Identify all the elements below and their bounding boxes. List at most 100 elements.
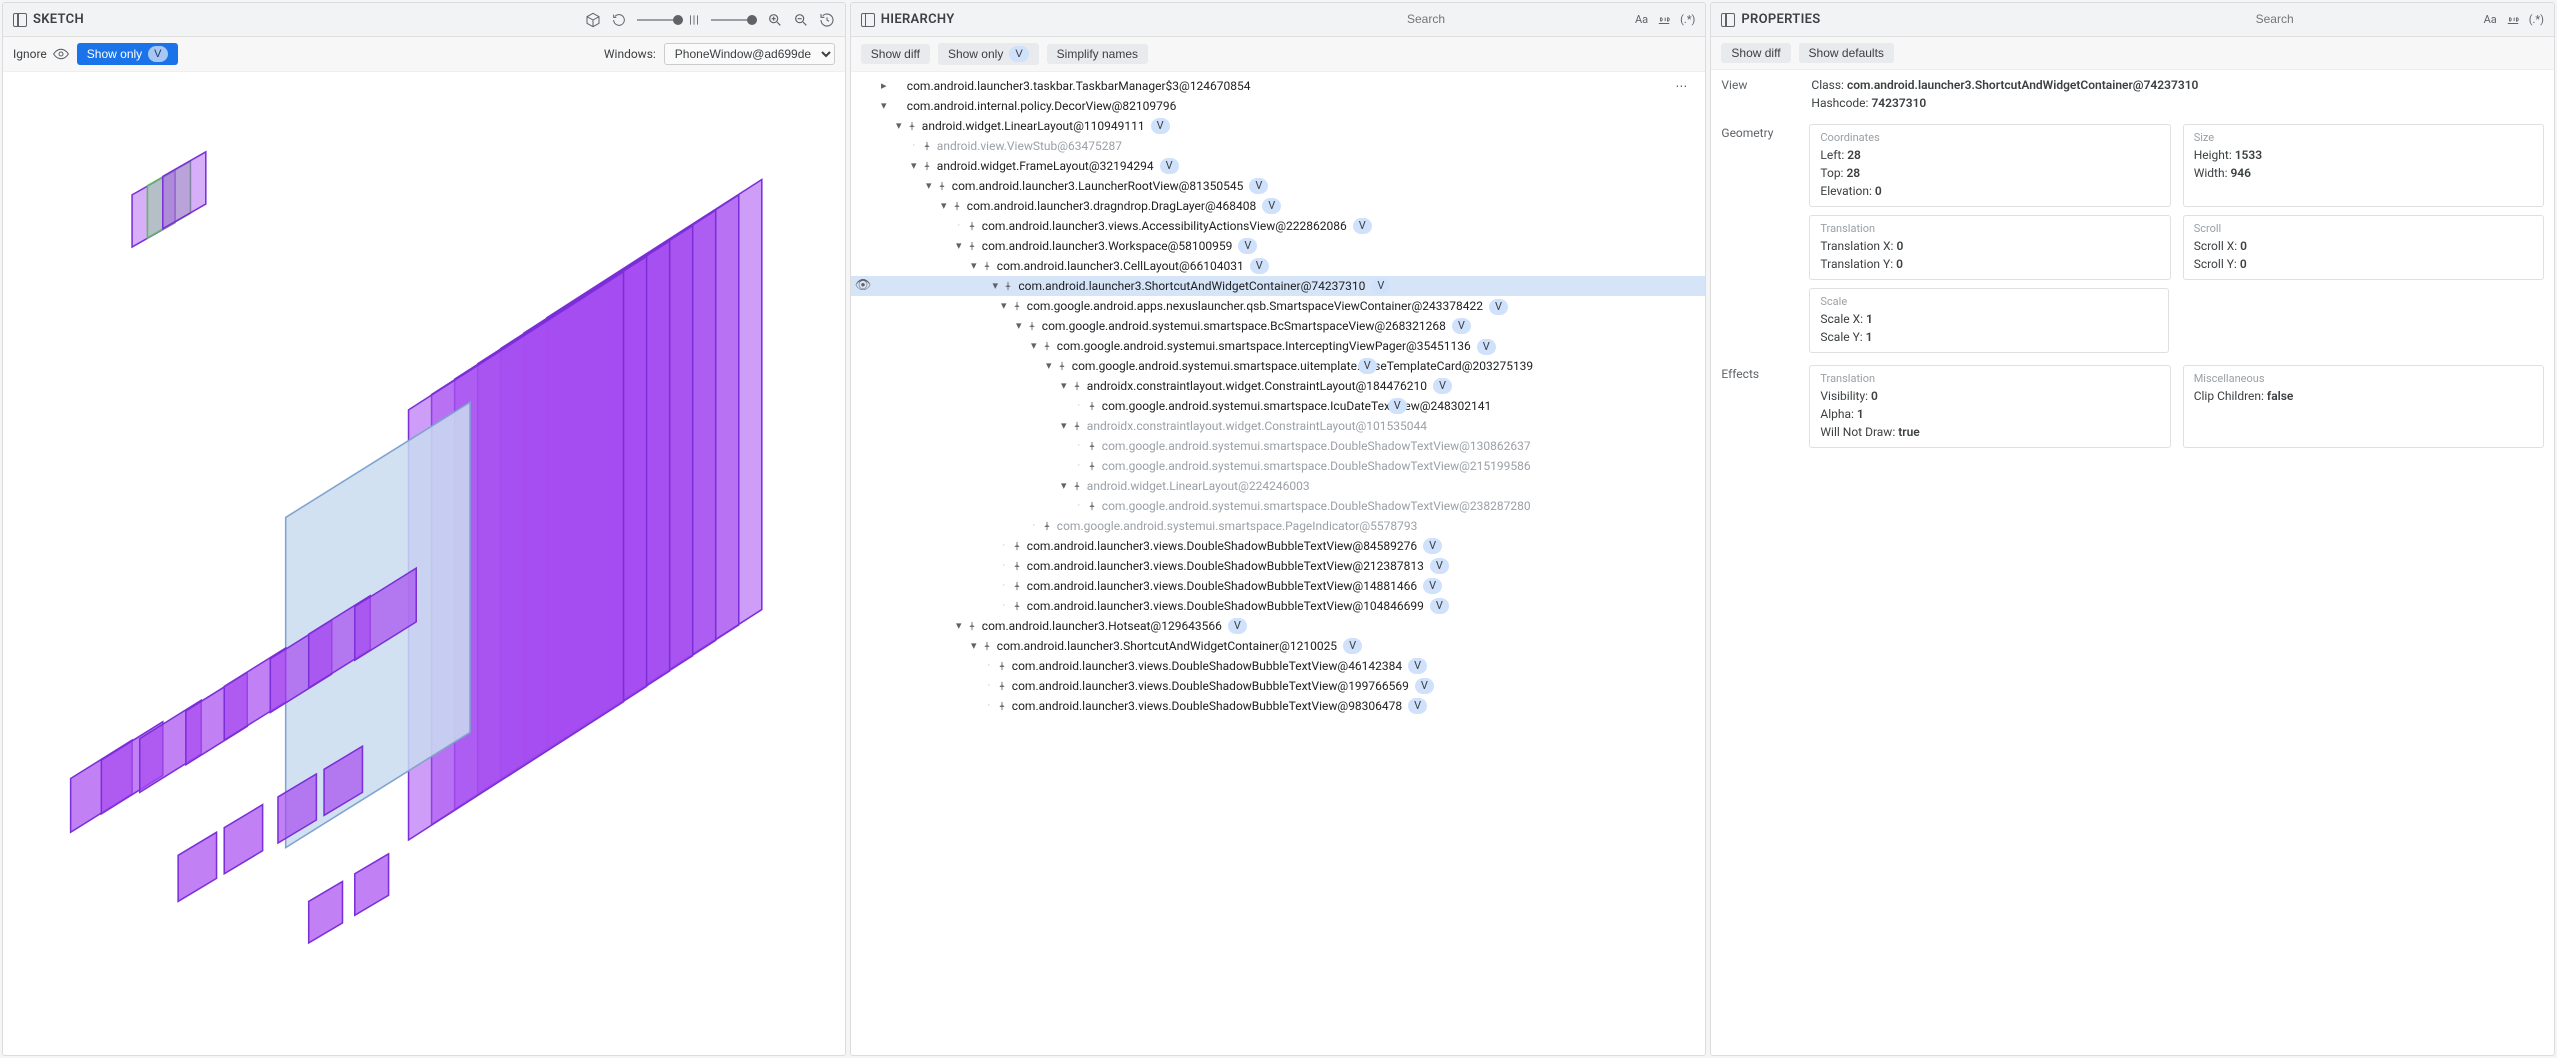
caret-icon[interactable]: ▾ (1057, 477, 1071, 495)
tree-row[interactable]: ·com.android.launcher3.views.Accessibili… (851, 216, 1706, 236)
tree-row[interactable]: ▾androidx.constraintlayout.widget.Constr… (851, 416, 1706, 436)
tree-row[interactable]: 👁▾com.android.launcher3.ShortcutAndWidge… (851, 276, 1706, 296)
cube-icon[interactable] (585, 12, 601, 28)
pin-icon[interactable] (966, 620, 978, 632)
pin-icon[interactable] (1041, 520, 1053, 532)
pin-icon[interactable] (966, 220, 978, 232)
show-only-button[interactable]: Show only V (938, 43, 1039, 65)
tree-row[interactable]: ▾android.widget.LinearLayout@224246003 (851, 476, 1706, 496)
tree-row[interactable]: ▾com.android.launcher3.Workspace@5810095… (851, 236, 1706, 256)
pin-icon[interactable] (921, 160, 933, 172)
caret-icon[interactable]: ▾ (1027, 337, 1041, 355)
sketch-canvas[interactable] (3, 72, 845, 1055)
tree-row[interactable]: ·com.google.android.systemui.smartspace.… (851, 436, 1706, 456)
pin-icon[interactable] (1056, 360, 1068, 372)
pin-icon[interactable] (951, 200, 963, 212)
whole-word-icon[interactable] (2505, 12, 2521, 28)
tree-row[interactable]: ·android.view.ViewStub@63475287 (851, 136, 1706, 156)
caret-icon[interactable]: ▾ (1057, 377, 1071, 395)
tree-row[interactable]: ▸com.android.launcher3.taskbar.TaskbarMa… (851, 76, 1706, 96)
regex-icon[interactable]: (.*) (2529, 13, 2544, 26)
rotate-icon[interactable] (611, 12, 627, 28)
whole-word-icon[interactable] (1656, 12, 1672, 28)
tree-row[interactable]: ▾android.widget.LinearLayout@110949111V (851, 116, 1706, 136)
caret-icon[interactable]: ▾ (988, 277, 1002, 295)
pin-icon[interactable] (1071, 380, 1083, 392)
tree-row[interactable]: ▾com.android.internal.policy.DecorView@8… (851, 96, 1706, 116)
caret-icon[interactable]: ▾ (907, 157, 921, 175)
pin-icon[interactable] (966, 240, 978, 252)
pin-icon[interactable] (996, 660, 1008, 672)
caret-icon[interactable]: ▸ (877, 77, 891, 95)
match-case-icon[interactable]: Aa (2484, 13, 2497, 26)
tree-row[interactable]: ·com.google.android.systemui.smartspace.… (851, 516, 1706, 536)
tree-row[interactable]: ▾androidx.constraintlayout.widget.Constr… (851, 376, 1706, 396)
tree-row[interactable]: ·com.google.android.systemui.smartspace.… (851, 396, 1706, 416)
tree-row[interactable]: ·com.android.launcher3.views.DoubleShado… (851, 696, 1706, 716)
pin-icon[interactable] (996, 680, 1008, 692)
tree-row[interactable]: ▾com.android.launcher3.ShortcutAndWidget… (851, 636, 1706, 656)
tree-row[interactable]: ▾com.google.android.systemui.smartspace.… (851, 356, 1706, 376)
caret-icon[interactable]: ▾ (1057, 417, 1071, 435)
show-diff-button[interactable]: Show diff (1721, 43, 1790, 63)
tree-row[interactable]: ▾com.android.launcher3.dragndrop.DragLay… (851, 196, 1706, 216)
tree-row[interactable]: ·com.android.launcher3.views.DoubleShado… (851, 596, 1706, 616)
pin-icon[interactable] (981, 640, 993, 652)
caret-icon[interactable]: ▾ (1042, 357, 1056, 375)
regex-icon[interactable]: (.*) (1680, 13, 1695, 26)
pin-icon[interactable] (1086, 460, 1098, 472)
pin-icon[interactable] (1026, 320, 1038, 332)
caret-icon[interactable]: ▾ (1012, 317, 1026, 335)
pin-icon[interactable] (921, 140, 933, 152)
tree-row[interactable]: ▾com.android.launcher3.CellLayout@661040… (851, 256, 1706, 276)
tree-row[interactable]: ▾com.android.launcher3.LauncherRootView@… (851, 176, 1706, 196)
match-case-icon[interactable]: Aa (1635, 13, 1648, 26)
tree-row[interactable]: ·com.android.launcher3.views.DoubleShado… (851, 576, 1706, 596)
pin-icon[interactable] (1041, 340, 1053, 352)
more-icon[interactable]: ⋯ (1675, 77, 1689, 95)
properties-search-input[interactable] (2256, 10, 2476, 29)
pin-icon[interactable] (1071, 480, 1083, 492)
tree-row[interactable]: ▾com.android.launcher3.Hotseat@129643566… (851, 616, 1706, 636)
hierarchy-search-input[interactable] (1407, 10, 1627, 29)
pin-icon[interactable] (1071, 420, 1083, 432)
caret-icon[interactable]: ▾ (967, 257, 981, 275)
history-icon[interactable] (819, 12, 835, 28)
visibility-eye-icon[interactable]: 👁 (855, 277, 872, 295)
pin-icon[interactable] (981, 260, 993, 272)
tree-row[interactable]: ▾android.widget.FrameLayout@32194294V (851, 156, 1706, 176)
hierarchy-tree[interactable]: ▸com.android.launcher3.taskbar.TaskbarMa… (851, 72, 1706, 1055)
tree-row[interactable]: ·com.google.android.systemui.smartspace.… (851, 456, 1706, 476)
pin-icon[interactable] (1011, 300, 1023, 312)
pin-icon[interactable] (1011, 580, 1023, 592)
pin-icon[interactable] (906, 120, 918, 132)
tree-row[interactable]: ▾com.google.android.apps.nexuslauncher.q… (851, 296, 1706, 316)
pin-icon[interactable] (1011, 560, 1023, 572)
caret-icon[interactable]: ▾ (952, 617, 966, 635)
tree-row[interactable]: ·com.android.launcher3.views.DoubleShado… (851, 676, 1706, 696)
caret-icon[interactable]: ▾ (892, 117, 906, 135)
pin-icon[interactable] (936, 180, 948, 192)
caret-icon[interactable]: ▾ (952, 237, 966, 255)
pin-icon[interactable] (1011, 540, 1023, 552)
pin-icon[interactable] (996, 700, 1008, 712)
tree-row[interactable]: ▾com.google.android.systemui.smartspace.… (851, 316, 1706, 336)
caret-icon[interactable]: ▾ (877, 97, 891, 115)
tree-row[interactable]: ·com.android.launcher3.views.DoubleShado… (851, 656, 1706, 676)
tree-row[interactable]: ·com.google.android.systemui.smartspace.… (851, 496, 1706, 516)
windows-select[interactable]: PhoneWindow@ad699de (664, 43, 835, 65)
show-diff-button[interactable]: Show diff (861, 44, 930, 64)
ignore-toggle[interactable]: Ignore (13, 46, 69, 62)
caret-icon[interactable]: ▾ (937, 197, 951, 215)
zoom-in-icon[interactable] (767, 12, 783, 28)
caret-icon[interactable]: ▾ (922, 177, 936, 195)
tree-row[interactable]: ·com.android.launcher3.views.DoubleShado… (851, 556, 1706, 576)
simplify-names-button[interactable]: Simplify names (1047, 44, 1148, 64)
tree-row[interactable]: ·com.android.launcher3.views.DoubleShado… (851, 536, 1706, 556)
pin-icon[interactable] (1086, 440, 1098, 452)
tree-row[interactable]: ▾com.google.android.systemui.smartspace.… (851, 336, 1706, 356)
pin-icon[interactable] (1002, 280, 1014, 292)
pin-icon[interactable] (1086, 500, 1098, 512)
zoom-out-icon[interactable] (793, 12, 809, 28)
pin-icon[interactable] (1011, 600, 1023, 612)
